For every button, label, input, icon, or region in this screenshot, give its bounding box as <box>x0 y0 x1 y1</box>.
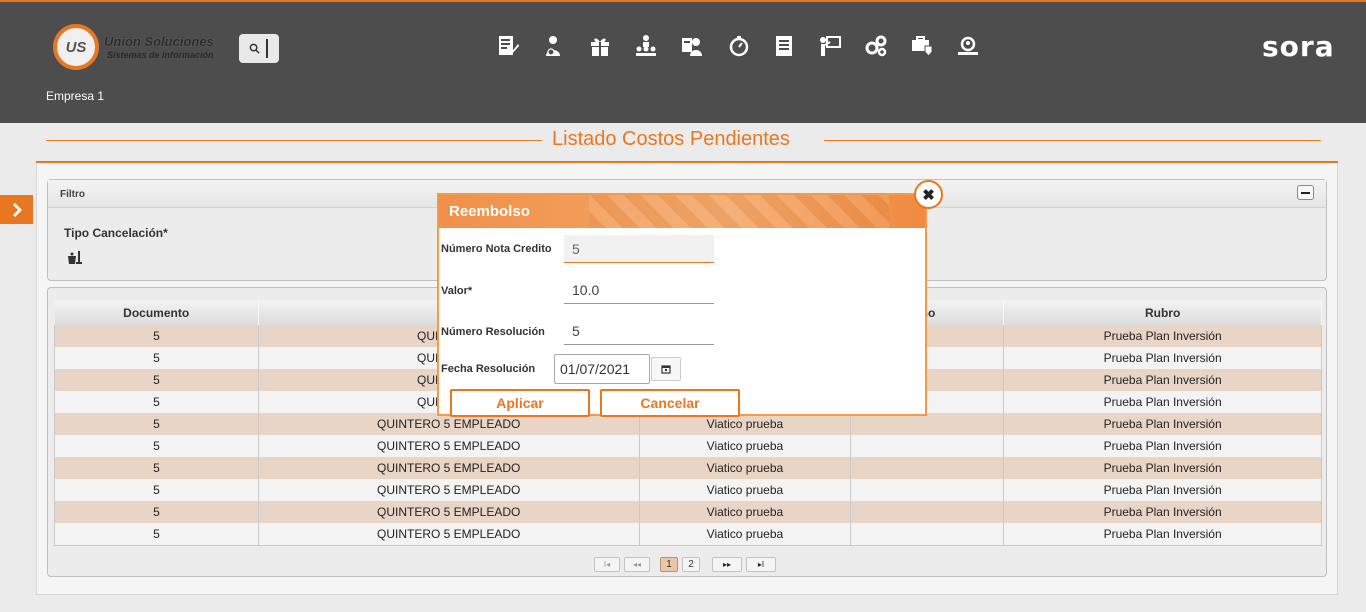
fecha-resolucion-input[interactable]: 01/07/2021 <box>554 354 650 384</box>
chevron-right-icon <box>12 202 22 217</box>
user-money-icon[interactable] <box>540 32 567 59</box>
briefcase-shield-icon[interactable] <box>908 32 935 59</box>
collapse-button[interactable] <box>1297 185 1314 200</box>
table-cell: QUINTERO 5 EMPLEADO <box>258 479 640 501</box>
dialog-header: Reembolso <box>439 195 925 228</box>
table-cell: 5 <box>54 325 259 347</box>
table-cell <box>850 523 1005 546</box>
company-name: Empresa 1 <box>46 89 105 103</box>
gift-icon[interactable] <box>586 32 613 59</box>
table-cell: 5 <box>54 413 259 435</box>
table-cell: QUINTERO 5 EMPLEADO <box>258 435 640 457</box>
title-rule-right <box>824 140 1321 141</box>
table-cell: 5 <box>54 347 259 369</box>
company-logo[interactable]: US Unión Soluciones Sistemas de Informac… <box>53 24 228 70</box>
table-cell <box>850 413 1005 435</box>
table-row[interactable]: 5 QUINTERO 5 EMPLEADO Viatico prueba Prueba… <box>54 523 1322 546</box>
top-header: US Unión Soluciones Sistemas de Informac… <box>0 0 1366 123</box>
valor-input[interactable] <box>564 276 714 304</box>
logo-subtitle: Sistemas de Información <box>107 50 214 60</box>
search-icon <box>249 43 260 54</box>
table-cell: Viatico prueba <box>639 501 852 523</box>
dialog-title: Reembolso <box>449 203 530 220</box>
table-row[interactable]: 5 QUINTERO 5 EMPLEADO Viatico prueba Prueba… <box>54 479 1322 501</box>
tipo-cancelacion-label: Tipo Cancelación* <box>64 226 168 240</box>
numero-resolucion-label: Número Resolución <box>441 326 545 338</box>
table-row[interactable]: 5 QUINTERO 5 EMPLEADO Viatico prueba Prueba… <box>54 435 1322 457</box>
table-cell <box>850 457 1005 479</box>
search-cursor-bar <box>266 39 268 58</box>
table-cell: Prueba Plan Inversión <box>1003 347 1322 369</box>
minus-icon <box>1301 191 1310 194</box>
edit-document-icon[interactable] <box>494 32 521 59</box>
title-rule-left <box>46 140 542 141</box>
cancelar-button[interactable]: Cancelar <box>600 389 740 417</box>
reembolso-dialog: Reembolso Número Nota Credito Valor* Núm… <box>437 193 927 417</box>
fecha-resolucion-label: Fecha Resolución <box>441 363 536 375</box>
page-title: Listado Costos Pendientes <box>552 128 790 150</box>
module-nav <box>494 32 981 60</box>
table-cell: QUINTERO 5 EMPLEADO <box>258 457 640 479</box>
close-icon: ✖ <box>922 186 935 204</box>
calendar-icon <box>661 365 671 374</box>
presentation-icon[interactable] <box>816 32 843 59</box>
table-cell: Viatico prueba <box>639 479 852 501</box>
table-cell <box>850 479 1005 501</box>
table-cell: Prueba Plan Inversión <box>1003 457 1322 479</box>
table-row[interactable]: 5 QUINTERO 5 EMPLEADO Viatico prueba Prueba… <box>54 457 1322 479</box>
table-cell: Prueba Plan Inversión <box>1003 479 1322 501</box>
table-cell: Prueba Plan Inversión <box>1003 435 1322 457</box>
logo-title: Unión Soluciones <box>104 34 214 49</box>
table-cell: Prueba Plan Inversión <box>1003 391 1322 413</box>
table-cell: Prueba Plan Inversión <box>1003 523 1322 546</box>
logo-mark: US <box>53 24 99 70</box>
search-button[interactable] <box>239 34 279 63</box>
table-cell: Viatico prueba <box>639 435 852 457</box>
aplicar-button[interactable]: Aplicar <box>450 389 590 417</box>
table-cell: Viatico prueba <box>639 523 852 546</box>
last-page-button[interactable]: ▸I <box>746 556 776 572</box>
clear-filter-icon[interactable] <box>67 250 83 269</box>
table-cell <box>850 435 1005 457</box>
table-cell: 5 <box>54 501 259 523</box>
column-header-documento[interactable]: Documento <box>54 300 259 325</box>
header-decoration <box>589 195 889 228</box>
gears-icon[interactable] <box>862 32 889 59</box>
calendar-button[interactable] <box>651 357 681 381</box>
page-1-button[interactable]: 1 <box>660 556 678 572</box>
first-page-button[interactable]: I◂ <box>594 556 620 572</box>
people-search-icon[interactable] <box>954 32 981 59</box>
next-page-button[interactable]: ▸▸ <box>712 556 742 572</box>
table-cell: Prueba Plan Inversión <box>1003 501 1322 523</box>
table-cell: 5 <box>54 457 259 479</box>
table-cell: Prueba Plan Inversión <box>1003 325 1322 347</box>
column-header-rubro[interactable]: Rubro <box>1003 300 1322 325</box>
table-cell: 5 <box>54 369 259 391</box>
nota-credito-label: Número Nota Credito <box>441 243 552 255</box>
table-cell: Viatico prueba <box>639 457 852 479</box>
report-list-icon[interactable] <box>770 32 797 59</box>
nota-credito-input[interactable] <box>564 235 714 263</box>
close-dialog-button[interactable]: ✖ <box>914 180 943 209</box>
user-card-icon[interactable] <box>678 32 705 59</box>
table-cell: 5 <box>54 391 259 413</box>
stopwatch-icon[interactable] <box>724 32 751 59</box>
table-row[interactable]: 5 QUINTERO 5 EMPLEADO Viatico prueba Prueba… <box>54 501 1322 523</box>
table-cell: 5 <box>54 435 259 457</box>
table-cell: Prueba Plan Inversión <box>1003 369 1322 391</box>
valor-label: Valor* <box>441 285 473 297</box>
table-cell <box>850 501 1005 523</box>
sora-brand-logo: sora <box>1262 30 1335 63</box>
prev-page-button[interactable]: ◂◂ <box>624 556 650 572</box>
table-cell: 5 <box>54 523 259 546</box>
pagination: I◂ ◂◂ 1 2 ▸▸ ▸I <box>594 556 776 572</box>
numero-resolucion-input[interactable] <box>564 317 714 345</box>
table-cell: QUINTERO 5 EMPLEADO <box>258 523 640 546</box>
hierarchy-icon[interactable] <box>632 32 659 59</box>
table-cell: QUINTERO 5 EMPLEADO <box>258 501 640 523</box>
table-cell: 5 <box>54 479 259 501</box>
sidebar-toggle[interactable] <box>0 195 33 224</box>
table-cell: Prueba Plan Inversión <box>1003 413 1322 435</box>
page-2-button[interactable]: 2 <box>682 556 700 572</box>
